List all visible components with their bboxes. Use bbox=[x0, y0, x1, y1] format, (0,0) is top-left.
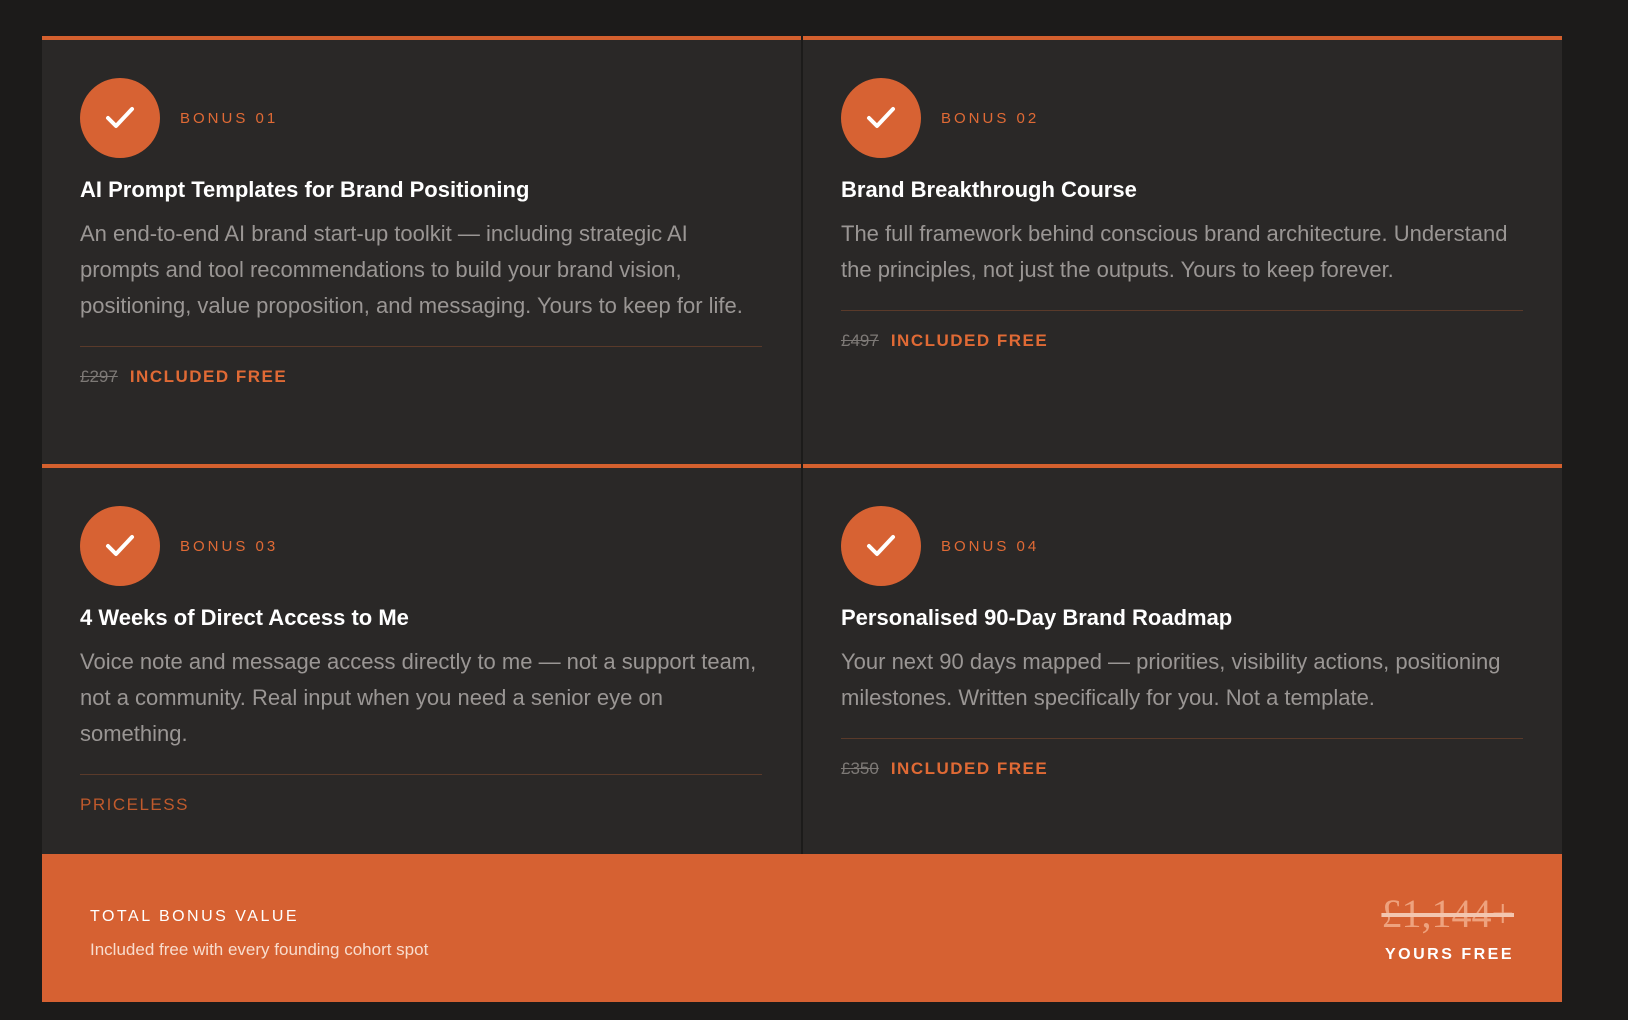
bonus-label: BONUS 04 bbox=[941, 537, 1040, 555]
included-free-badge: INCLUDED FREE bbox=[890, 759, 1049, 778]
divider bbox=[841, 310, 1523, 311]
total-subtitle: Included free with every founding cohort… bbox=[90, 940, 429, 959]
bonus-card-4: BONUS 04 Personalised 90-Day Brand Roadm… bbox=[803, 464, 1562, 854]
bonus-card-header: BONUS 04 bbox=[841, 506, 1524, 586]
bonus-description: An end-to-end AI brand start-up toolkit … bbox=[80, 221, 743, 318]
price-row: PRICELESS bbox=[80, 795, 763, 815]
bonus-title: Brand Breakthrough Course bbox=[841, 177, 1137, 202]
divider bbox=[841, 738, 1523, 739]
included-free-badge: INCLUDED FREE bbox=[129, 367, 288, 386]
bonus-title: 4 Weeks of Direct Access to Me bbox=[80, 605, 409, 630]
bonus-description: Your next 90 days mapped — priorities, v… bbox=[841, 649, 1501, 710]
included-free-badge: INCLUDED FREE bbox=[890, 331, 1049, 350]
old-price: £297 bbox=[80, 367, 118, 386]
bonus-card-header: BONUS 02 bbox=[841, 78, 1524, 158]
total-bonus-banner: TOTAL BONUS VALUE Included free with eve… bbox=[42, 854, 1562, 1002]
check-icon bbox=[80, 506, 160, 586]
price-row: £297 INCLUDED FREE bbox=[80, 367, 763, 387]
bonus-title: AI Prompt Templates for Brand Positionin… bbox=[80, 177, 530, 202]
divider bbox=[80, 774, 762, 775]
bonus-label: BONUS 03 bbox=[180, 537, 279, 555]
bonus-title: Personalised 90-Day Brand Roadmap bbox=[841, 605, 1233, 630]
bonus-description: The full framework behind conscious bran… bbox=[841, 221, 1508, 282]
price-row: £350 INCLUDED FREE bbox=[841, 759, 1524, 779]
bonus-label: BONUS 01 bbox=[180, 109, 279, 127]
old-price: £350 bbox=[841, 759, 879, 778]
bonus-card-1: BONUS 01 AI Prompt Templates for Brand P… bbox=[42, 36, 801, 464]
total-label: TOTAL BONUS VALUE bbox=[90, 908, 300, 925]
bonus-section: BONUS 01 AI Prompt Templates for Brand P… bbox=[42, 36, 1562, 1002]
bonus-card-3: BONUS 03 4 Weeks of Direct Access to Me … bbox=[42, 464, 801, 854]
bonus-description: Voice note and message access directly t… bbox=[80, 649, 757, 746]
total-price: £1,144+ bbox=[1381, 891, 1514, 936]
priceless-badge: PRICELESS bbox=[80, 795, 189, 814]
price-row: £497 INCLUDED FREE bbox=[841, 331, 1524, 351]
bonus-card-header: BONUS 01 bbox=[80, 78, 763, 158]
bonus-card-header: BONUS 03 bbox=[80, 506, 763, 586]
bonus-card-2: BONUS 02 Brand Breakthrough Course The f… bbox=[803, 36, 1562, 464]
divider bbox=[80, 346, 762, 347]
yours-free-label: YOURS FREE bbox=[1384, 946, 1514, 963]
check-icon bbox=[80, 78, 160, 158]
bonus-grid: BONUS 01 AI Prompt Templates for Brand P… bbox=[42, 36, 1562, 854]
check-icon bbox=[841, 78, 921, 158]
old-price: £497 bbox=[841, 331, 879, 350]
bonus-label: BONUS 02 bbox=[941, 109, 1040, 127]
check-icon bbox=[841, 506, 921, 586]
